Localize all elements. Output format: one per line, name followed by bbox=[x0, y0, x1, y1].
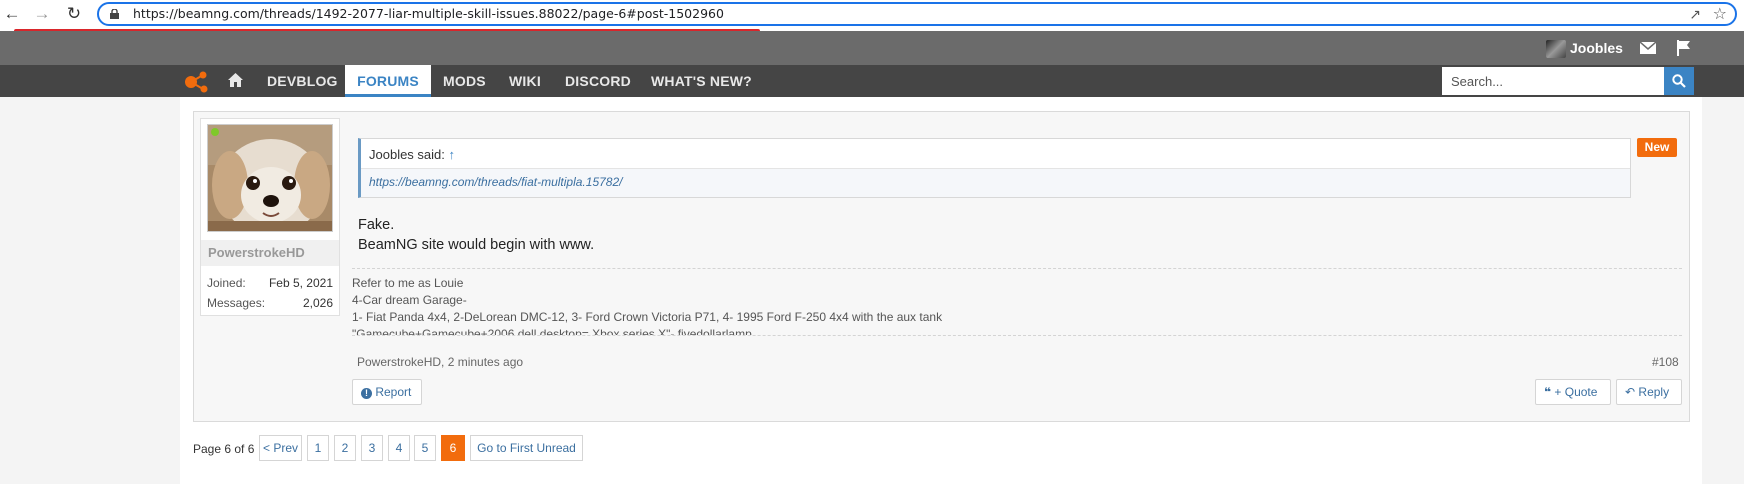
reply-icon: ↶ bbox=[1625, 385, 1636, 399]
page-link[interactable]: 4 bbox=[388, 435, 410, 461]
nav-forums[interactable]: FORUMS bbox=[345, 65, 431, 97]
page-link[interactable]: 1 bbox=[307, 435, 329, 461]
share-icon[interactable]: ↗ bbox=[1689, 6, 1701, 23]
search-icon bbox=[1672, 74, 1686, 88]
signature-line: 1- Fiat Panda 4x4, 2-DeLorean DMC-12, 3-… bbox=[352, 310, 943, 324]
page-link[interactable]: 3 bbox=[361, 435, 383, 461]
main-nav: DEVBLOG FORUMS MODS WIKI DISCORD WHAT'S … bbox=[0, 65, 1744, 97]
report-button[interactable]: ! Report bbox=[352, 379, 422, 405]
flag-icon[interactable] bbox=[1677, 40, 1691, 56]
reply-label: Reply bbox=[1638, 385, 1670, 399]
avatar[interactable] bbox=[207, 124, 333, 232]
avatar[interactable] bbox=[1546, 40, 1566, 58]
search-input[interactable] bbox=[1442, 67, 1664, 95]
quote-jump-link[interactable]: ↑ bbox=[449, 147, 456, 162]
page-link[interactable]: 2 bbox=[334, 435, 356, 461]
quote-author: Joobles said: bbox=[369, 147, 445, 162]
messages-value[interactable]: 2,026 bbox=[303, 296, 333, 310]
nav-mods[interactable]: MODS bbox=[433, 65, 495, 97]
signature-line: "Gamecube+Gamecube+2006 dell desktop= Xb… bbox=[352, 327, 752, 336]
reply-button[interactable]: ↶ Reply bbox=[1616, 379, 1682, 405]
home-icon[interactable] bbox=[228, 73, 243, 87]
dog-avatar-image bbox=[208, 125, 332, 231]
page-link-current[interactable]: 6 bbox=[441, 435, 465, 461]
browser-toolbar: ← → ↻ https://beamng.com/threads/1492-20… bbox=[0, 0, 1744, 28]
quote-button-label: + Quote bbox=[1554, 385, 1598, 399]
beamng-logo-icon[interactable] bbox=[184, 70, 210, 94]
nav-devblog[interactable]: DEVBLOG bbox=[258, 65, 344, 97]
account-username[interactable]: Joobles bbox=[1570, 40, 1623, 56]
signature-line: 4-Car dream Garage- bbox=[352, 293, 467, 307]
account-bar: Joobles bbox=[0, 31, 1744, 65]
nav-discord[interactable]: DISCORD bbox=[556, 65, 644, 97]
quote-mark-icon: ❝ bbox=[1544, 385, 1552, 399]
prev-page-button[interactable]: < Prev bbox=[259, 435, 302, 461]
arrow-right-icon[interactable]: → bbox=[32, 4, 52, 24]
page-count-label: Page 6 of 6 bbox=[193, 442, 255, 456]
search-button[interactable] bbox=[1664, 67, 1694, 95]
joined-value: Feb 5, 2021 bbox=[268, 276, 333, 290]
first-unread-button[interactable]: Go to First Unread bbox=[470, 435, 583, 461]
arrow-left-icon[interactable]: ← bbox=[2, 4, 22, 24]
address-bar[interactable]: https://beamng.com/threads/1492-2077-lia… bbox=[97, 2, 1737, 26]
signature: Refer to me as Louie 4-Car dream Garage-… bbox=[352, 268, 1682, 336]
post-number[interactable]: #108 bbox=[1652, 355, 1679, 369]
quote-header: Joobles said: ↑ bbox=[361, 139, 1630, 169]
mail-icon[interactable] bbox=[1640, 42, 1656, 54]
report-label: Report bbox=[375, 385, 412, 399]
new-badge: New bbox=[1637, 138, 1677, 157]
message-text: Fake. bbox=[358, 217, 395, 233]
page-link[interactable]: 5 bbox=[414, 435, 436, 461]
reload-icon[interactable]: ↻ bbox=[64, 4, 84, 24]
message-text: BeamNG site would begin with www. bbox=[358, 237, 595, 253]
url-text[interactable]: https://beamng.com/threads/1492-2077-lia… bbox=[133, 6, 724, 22]
post-author-name[interactable]: PowerstrokeHD bbox=[201, 240, 339, 266]
online-status-dot bbox=[211, 128, 219, 136]
post-meta[interactable]: PowerstrokeHD, 2 minutes ago bbox=[357, 355, 523, 369]
quote-button[interactable]: ❝ + Quote bbox=[1535, 379, 1611, 405]
nav-wiki[interactable]: WIKI bbox=[500, 65, 552, 97]
messages-label: Messages: bbox=[207, 296, 266, 310]
info-icon: ! bbox=[361, 388, 372, 399]
quote-block: Joobles said: ↑ https://beamng.com/threa… bbox=[358, 138, 1631, 198]
signature-line: Refer to me as Louie bbox=[352, 276, 464, 290]
quote-text[interactable]: https://beamng.com/threads/fiat-multipla… bbox=[361, 169, 1630, 197]
lock-icon bbox=[110, 9, 119, 19]
nav-whats-new[interactable]: WHAT'S NEW? bbox=[642, 65, 762, 97]
star-icon[interactable]: ☆ bbox=[1713, 4, 1727, 24]
joined-label: Joined: bbox=[207, 276, 246, 290]
